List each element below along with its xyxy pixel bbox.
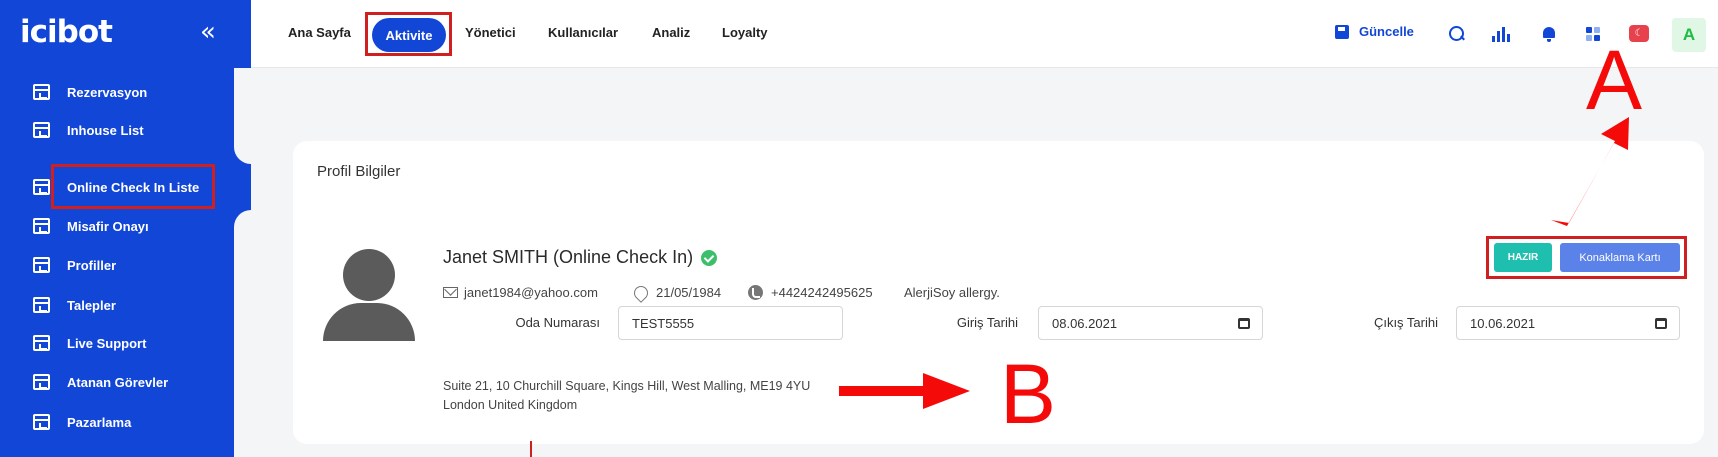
guest-avatar-icon — [323, 245, 415, 341]
guest-allergy-text: AlerjiSoy allergy. — [904, 285, 1000, 300]
room-number-value: TEST5555 — [632, 315, 695, 331]
calendar-icon — [33, 218, 50, 234]
bar-chart-icon[interactable] — [1490, 24, 1510, 44]
sidebar-item-label: Pazarlama — [67, 414, 132, 430]
sidebar-item-label: Atanan Görevler — [67, 374, 169, 390]
sidebar-item-live-support[interactable]: Live Support — [0, 323, 251, 363]
nav-analiz[interactable]: Analiz — [652, 25, 690, 40]
guest-email: janet1984@yahoo.com — [443, 285, 598, 300]
guest-name-text: Janet SMITH (Online Check In) — [443, 247, 694, 267]
calendar-icon — [33, 335, 50, 351]
checkin-date-label: Giriş Tarihi — [956, 315, 1018, 330]
logo[interactable]: icibot — [20, 14, 113, 50]
guest-phone-text: +4424242495625 — [771, 285, 873, 300]
guest-email-text: janet1984@yahoo.com — [464, 285, 598, 300]
update-label: Güncelle — [1359, 24, 1414, 39]
calendar-picker-icon[interactable] — [1238, 318, 1250, 329]
sidebar-item-label: Live Support — [67, 335, 147, 351]
update-button[interactable]: Güncelle — [1335, 24, 1414, 39]
card-title: Profil Bilgiler — [317, 163, 401, 180]
search-icon[interactable] — [1447, 24, 1467, 44]
nav-loyalty[interactable]: Loyalty — [722, 25, 768, 40]
sidebar-item-rezervasyon[interactable]: Rezervasyon — [0, 72, 251, 112]
calendar-picker-icon[interactable] — [1655, 318, 1667, 329]
verified-check-icon — [701, 249, 718, 266]
guest-address: Suite 21, 10 Churchill Square, Kings Hil… — [443, 377, 810, 415]
room-number-input[interactable]: TEST5555 — [618, 306, 843, 340]
sidebar-item-profiller[interactable]: Profiller — [0, 245, 251, 285]
calendar-icon — [33, 414, 50, 430]
sidebar-item-inhouse-list[interactable]: Inhouse List — [0, 110, 251, 150]
annotation-letter-b: B — [1000, 347, 1057, 441]
guest-name: Janet SMITH (Online Check In) — [443, 247, 718, 268]
bell-icon[interactable] — [1539, 24, 1559, 44]
address-line-1: Suite 21, 10 Churchill Square, Kings Hil… — [443, 379, 811, 393]
sidebar-item-label: Misafir Onayı — [67, 218, 149, 234]
address-line-2: London United Kingdom — [443, 398, 578, 412]
guest-allergy: AlerjiSoy allergy. — [904, 285, 1000, 300]
guest-birth-date-text: 21/05/1984 — [656, 285, 722, 300]
calendar-icon — [33, 179, 50, 195]
phone-icon — [748, 285, 763, 300]
checkout-date-label: Çıkış Tarihi — [1373, 315, 1438, 330]
calendar-icon — [33, 374, 50, 390]
highlight-box-online-check-in — [51, 164, 215, 209]
sidebar-item-atanan-gorevler[interactable]: Atanan Görevler — [0, 362, 251, 402]
nav-yonetici[interactable]: Yönetici — [465, 25, 516, 40]
mail-icon — [443, 287, 458, 298]
sidebar-item-pazarlama[interactable]: Pazarlama — [0, 402, 251, 442]
highlight-box-buttons — [1486, 236, 1687, 279]
sidebar-item-talepler[interactable]: Talepler — [0, 285, 251, 325]
calendar-icon — [33, 257, 50, 273]
save-icon — [1335, 24, 1349, 39]
calendar-icon — [33, 84, 50, 100]
user-avatar[interactable]: A — [1672, 18, 1706, 52]
sidebar-item-misafir-onayi[interactable]: Misafir Onayı — [0, 206, 251, 246]
sidebar-item-label: Talepler — [67, 297, 116, 313]
guest-phone: +4424242495625 — [748, 285, 873, 300]
location-pin-icon — [631, 282, 651, 303]
nav-kullanicilar[interactable]: Kullanıcılar — [548, 25, 618, 40]
highlight-box-aktivite — [365, 12, 452, 56]
room-number-label: Oda Numarası — [515, 315, 600, 330]
checkout-date-value: 10.06.2021 — [1470, 315, 1536, 331]
sidebar-item-label: Inhouse List — [67, 122, 144, 138]
guest-birth-date: 21/05/1984 — [631, 282, 722, 303]
calendar-icon — [33, 297, 50, 313]
calendar-icon — [33, 122, 50, 138]
annotation-letter-a: A — [1586, 33, 1643, 127]
checkin-date-value: 08.06.2021 — [1052, 315, 1118, 331]
annotation-tick-mark — [530, 441, 532, 457]
sidebar-item-label: Rezervasyon — [67, 84, 148, 100]
checkout-date-input[interactable]: 10.06.2021 — [1456, 306, 1680, 340]
sidebar-item-label: Profiller — [67, 257, 117, 273]
nav-ana-sayfa[interactable]: Ana Sayfa — [288, 25, 351, 40]
checkin-date-input[interactable]: 08.06.2021 — [1038, 306, 1263, 340]
collapse-sidebar-icon[interactable]: « — [200, 17, 216, 47]
